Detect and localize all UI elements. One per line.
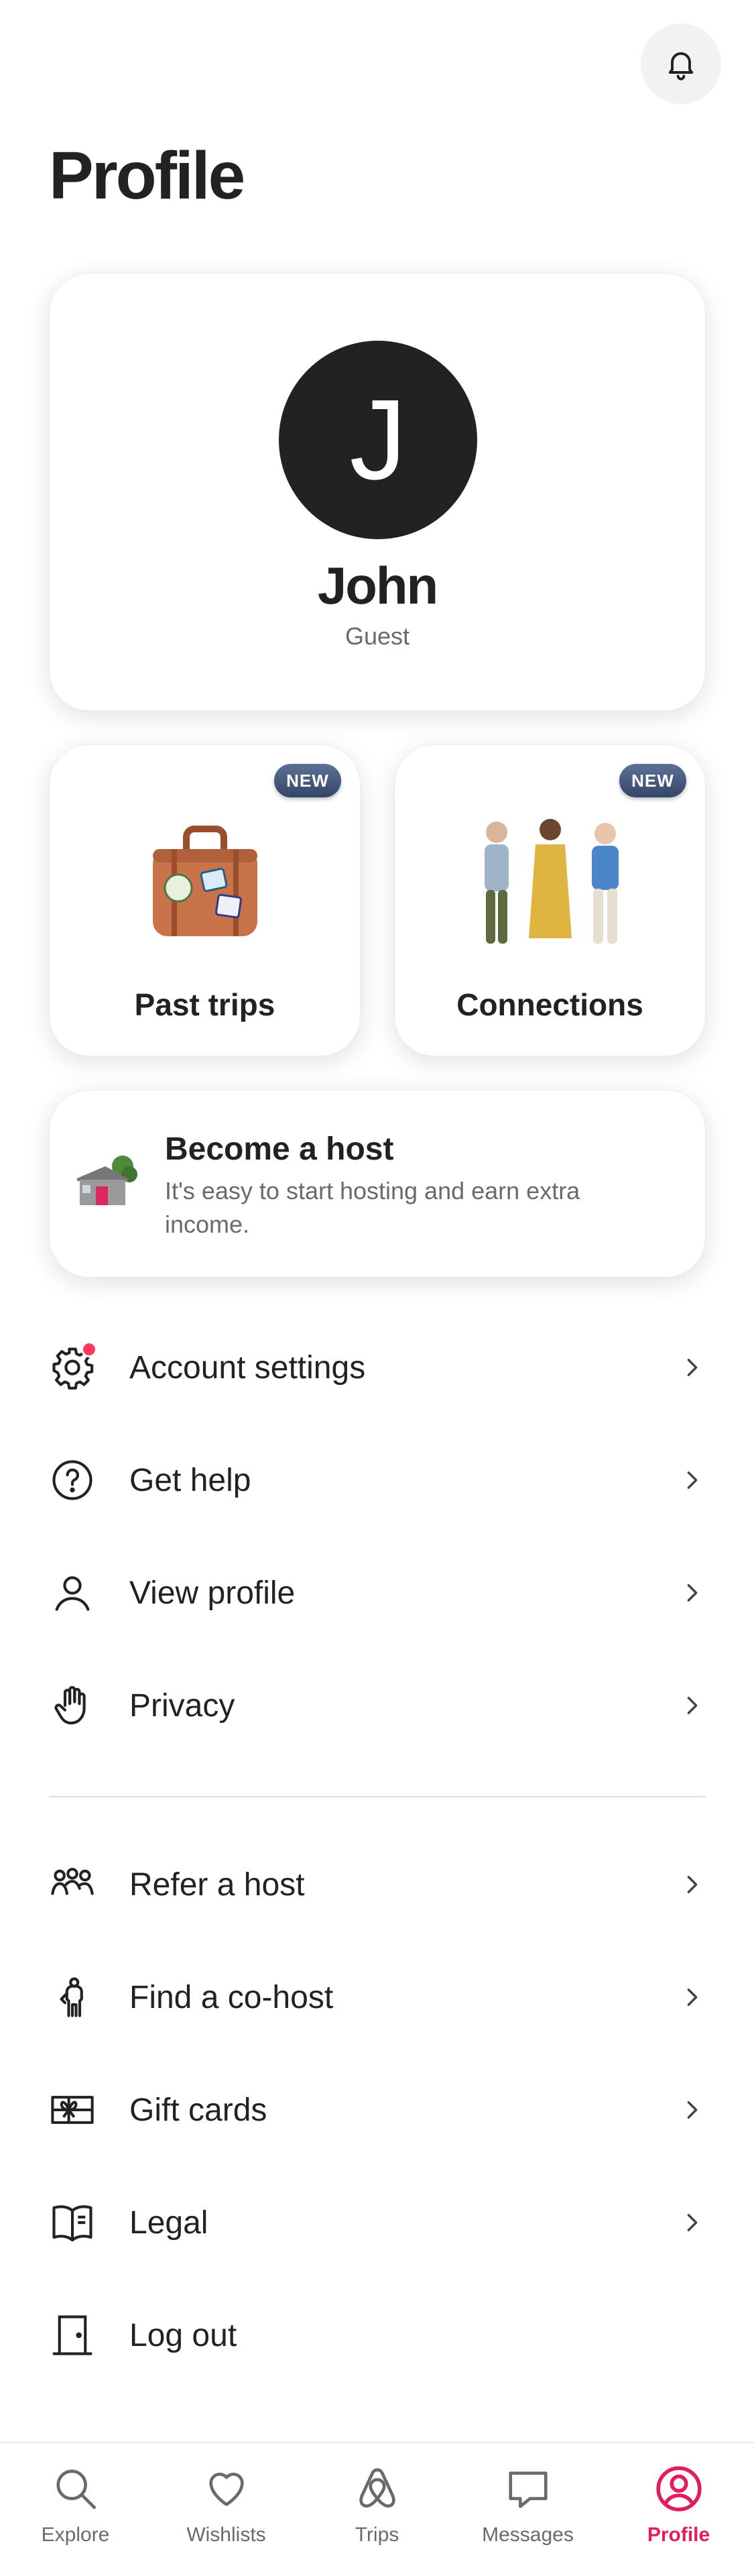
tab-label: Messages (482, 2524, 574, 2546)
search-icon (49, 2462, 103, 2516)
chat-bubble-icon (501, 2462, 555, 2516)
menu-label: Legal (129, 2204, 208, 2241)
help-circle-icon (49, 1457, 96, 1504)
connections-label: Connections (456, 987, 643, 1022)
tab-label: Explore (41, 2524, 110, 2546)
gift-card-icon (49, 2086, 96, 2133)
menu-item-find-cohost[interactable]: Find a co-host (49, 1941, 706, 2054)
book-icon (49, 2199, 96, 2246)
menu-item-legal[interactable]: Legal (49, 2166, 706, 2279)
menu-item-log-out[interactable]: Log out (49, 2279, 706, 2392)
tab-wishlists[interactable]: Wishlists (151, 2443, 302, 2576)
chevron-right-icon (679, 1354, 706, 1381)
chevron-right-icon (679, 1579, 706, 1606)
profile-role: Guest (344, 622, 410, 650)
menu-item-account-settings[interactable]: Account settings (49, 1311, 706, 1424)
suitcase-illustration (50, 792, 360, 973)
notification-dot (81, 1341, 97, 1357)
chevron-right-icon (679, 1871, 706, 1898)
tab-messages[interactable]: Messages (452, 2443, 603, 2576)
tab-label: Profile (647, 2524, 710, 2546)
cohost-icon (49, 1974, 96, 2021)
people-illustration (395, 792, 705, 973)
menu-item-privacy[interactable]: Privacy (49, 1649, 706, 1762)
bottom-tab-bar: Explore Wishlists Trips Messages Profile (0, 2442, 754, 2576)
gear-icon (49, 1341, 97, 1391)
menu-label: Refer a host (129, 1866, 305, 1903)
hand-icon (49, 1682, 96, 1729)
house-illustration (70, 1144, 143, 1218)
menu-label: View profile (129, 1575, 296, 1611)
profile-name: John (317, 556, 438, 615)
notifications-button[interactable] (641, 23, 721, 104)
chevron-right-icon (679, 1984, 706, 2011)
chevron-right-icon (679, 1692, 706, 1719)
menu-label: Privacy (129, 1687, 235, 1724)
past-trips-card[interactable]: NEW Past trips (49, 744, 361, 1056)
bell-icon (668, 52, 694, 80)
become-host-card[interactable]: Become a host It's easy to start hosting… (49, 1090, 706, 1278)
past-trips-label: Past trips (134, 987, 275, 1022)
tab-label: Wishlists (186, 2524, 266, 2546)
menu-item-get-help[interactable]: Get help (49, 1424, 706, 1536)
person-icon (49, 1569, 96, 1616)
tab-label: Trips (355, 2524, 399, 2546)
profile-card[interactable]: J John Guest (49, 273, 706, 711)
page-title: Profile (49, 138, 245, 213)
menu-label: Account settings (129, 1349, 366, 1386)
menu-item-refer-host[interactable]: Refer a host (49, 1828, 706, 1941)
heart-icon (200, 2462, 253, 2516)
tab-trips[interactable]: Trips (302, 2443, 452, 2576)
chevron-right-icon (679, 2209, 706, 2236)
avatar: J (279, 341, 477, 539)
become-host-subtitle: It's easy to start hosting and earn extr… (165, 1177, 580, 1238)
divider (49, 1796, 706, 1797)
menu-item-gift-cards[interactable]: Gift cards (49, 2054, 706, 2166)
become-host-title: Become a host (165, 1131, 394, 1167)
chevron-right-icon (679, 1467, 706, 1494)
chevron-right-icon (679, 2096, 706, 2123)
menu-label: Gift cards (129, 2092, 267, 2128)
profile-circle-icon (652, 2462, 706, 2516)
connections-card[interactable]: NEW Connections (394, 744, 706, 1056)
menu-item-view-profile[interactable]: View profile (49, 1536, 706, 1649)
menu-label: Log out (129, 2317, 237, 2353)
tab-profile[interactable]: Profile (603, 2443, 754, 2576)
airbnb-logo-icon (351, 2462, 404, 2516)
people-icon (49, 1861, 96, 1908)
tab-explore[interactable]: Explore (0, 2443, 151, 2576)
door-icon (49, 2312, 96, 2359)
menu-label: Get help (129, 1462, 251, 1498)
menu-label: Find a co-host (129, 1979, 334, 2015)
